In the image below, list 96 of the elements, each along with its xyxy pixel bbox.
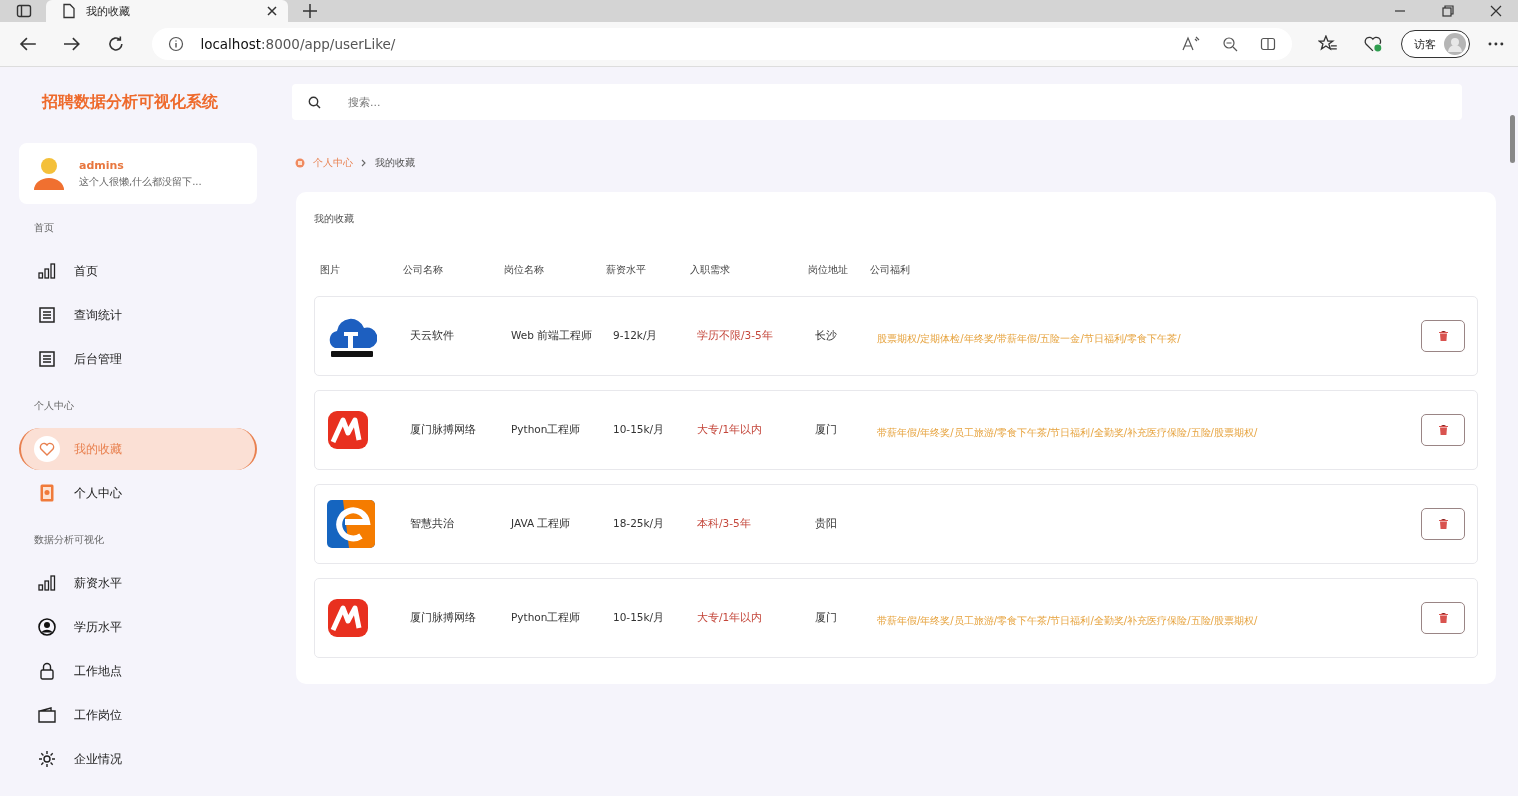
position-cell-text: JAVA 工程师 <box>511 517 572 531</box>
nav-item[interactable]: 工作地点 <box>19 650 257 692</box>
breadcrumb-separator-icon <box>361 159 367 167</box>
close-icon[interactable] <box>1490 5 1502 17</box>
tab-sidebar-icon[interactable] <box>16 3 32 19</box>
company-cell-text: 厦门脉搏网络 <box>410 423 477 437</box>
nav-item[interactable]: 个人中心 <box>19 472 257 514</box>
breadcrumb-current: 我的收藏 <box>375 156 415 170</box>
company-cell-text: 厦门脉搏网络 <box>410 611 477 625</box>
restore-icon[interactable] <box>1442 5 1454 17</box>
health-icon[interactable] <box>1363 35 1384 53</box>
card-title: 我的收藏 <box>314 212 355 226</box>
zoom-out-icon[interactable] <box>1221 36 1238 52</box>
reload-icon[interactable] <box>106 35 125 53</box>
forward-icon[interactable] <box>62 36 81 52</box>
e-logo-icon <box>327 500 375 548</box>
new-tab-icon[interactable] <box>302 3 318 19</box>
user-avatar-icon <box>33 155 65 192</box>
section-heading: 个人中心 <box>34 399 75 413</box>
wallet-icon <box>38 707 56 723</box>
document-icon <box>39 307 55 323</box>
welfare-cell: 带薪年假/年终奖/员工旅游/零食下午茶/节日福利/全勤奖/补充医疗保险/五险/股票期权/ <box>877 614 1258 626</box>
column-header: 公司名称 <box>403 263 444 277</box>
company-cell-text: 天云软件 <box>410 329 455 343</box>
page-icon <box>62 3 76 19</box>
section-heading: 数据分析可视化 <box>34 533 105 547</box>
trash-icon <box>1438 613 1448 623</box>
requirement-cell-text: 大专/1年以内 <box>697 423 764 437</box>
requirement-cell-text: 大专/1年以内 <box>697 611 764 625</box>
nav-item[interactable]: 企业情况 <box>19 738 257 780</box>
salary-cell-text: 10-15k/月 <box>613 611 666 625</box>
trash-icon <box>1438 519 1448 529</box>
trash-icon <box>1438 331 1448 341</box>
column-header: 图片 <box>320 263 341 277</box>
nav-item[interactable]: 后台管理 <box>19 338 257 380</box>
bar-chart-icon <box>38 263 56 279</box>
location-cell-text: 厦门 <box>815 423 838 437</box>
app-title: 招聘数据分析可视化系统 <box>42 92 219 113</box>
delete-button[interactable] <box>1421 414 1465 446</box>
position-cell-text: Python工程师 <box>511 611 582 625</box>
avatar-icon <box>1444 33 1467 55</box>
position-cell-text: Python工程师 <box>511 423 582 437</box>
nav-item[interactable]: 学历水平 <box>19 606 257 648</box>
home-icon <box>295 158 305 168</box>
heart-icon <box>39 442 55 456</box>
m-logo-icon <box>327 410 369 450</box>
tab-title: 我的收藏 <box>86 3 131 19</box>
user-bio: 这个人很懒,什么都没留下... <box>79 174 202 189</box>
m-logo-icon <box>327 598 369 638</box>
browser-tab[interactable]: 我的收藏 <box>46 0 288 22</box>
read-aloud-icon[interactable] <box>1181 36 1200 52</box>
document-icon <box>39 351 55 367</box>
column-header: 入职需求 <box>690 263 731 277</box>
favorites-icon[interactable] <box>1317 35 1338 53</box>
lock-icon <box>40 662 54 680</box>
delete-button[interactable] <box>1421 320 1465 352</box>
salary-cell-text: 9-12k/月 <box>613 329 659 343</box>
delete-button[interactable] <box>1421 508 1465 540</box>
location-cell-text: 厦门 <box>815 611 838 625</box>
salary-cell-text: 10-15k/月 <box>613 423 666 437</box>
delete-button[interactable] <box>1421 602 1465 634</box>
column-header: 薪资水平 <box>606 263 647 277</box>
close-icon[interactable] <box>266 5 278 17</box>
location-cell-text: 长沙 <box>815 329 838 343</box>
requirement-cell-text: 学历不限/3-5年 <box>697 329 774 343</box>
nav-item[interactable]: 工作岗位 <box>19 694 257 736</box>
address-bar[interactable]: localhost:8000/app/userLike/ <box>152 28 1292 60</box>
user-circle-icon <box>38 618 56 636</box>
nav-item[interactable]: 薪资水平 <box>19 562 257 604</box>
requirement-cell-text: 本科/3-5年 <box>697 517 752 531</box>
gear-icon <box>38 750 56 768</box>
id-badge-icon <box>40 484 54 502</box>
back-icon[interactable] <box>19 36 37 52</box>
nav-item[interactable]: 查询统计 <box>19 294 257 336</box>
url-text: localhost:8000/app/userLike/ <box>200 36 396 52</box>
column-header: 公司福利 <box>870 263 911 277</box>
position-cell-text: Web 前端工程师 <box>511 329 594 343</box>
welfare-cell: 带薪年假/年终奖/员工旅游/零食下午茶/节日福利/全勤奖/补充医疗保险/五险/股票期权/ <box>877 426 1258 438</box>
bar-chart-icon <box>38 575 56 591</box>
trash-icon <box>1438 425 1448 435</box>
info-icon[interactable] <box>168 36 185 52</box>
salary-cell-text: 18-25k/月 <box>613 517 666 531</box>
user-name: admins <box>79 158 125 172</box>
location-cell-text: 贵阳 <box>815 517 838 531</box>
split-screen-icon[interactable] <box>1259 36 1276 52</box>
scrollbar-thumb[interactable] <box>1510 115 1515 163</box>
more-icon[interactable] <box>1488 42 1504 46</box>
welfare-cell: 股票期权/定期体检/年终奖/带薪年假/五险一金/节日福利/零食下午茶/ <box>877 332 1181 344</box>
section-heading: 首页 <box>34 221 55 235</box>
column-header: 岗位名称 <box>504 263 545 277</box>
search-icon <box>308 96 321 109</box>
column-header: 岗位地址 <box>808 263 849 277</box>
search-field[interactable]: 搜索... <box>292 84 1462 120</box>
company-cell-text: 智慧共治 <box>410 517 455 531</box>
profile-button[interactable]: 访客 <box>1401 30 1471 58</box>
nav-item[interactable]: 首页 <box>19 250 257 292</box>
